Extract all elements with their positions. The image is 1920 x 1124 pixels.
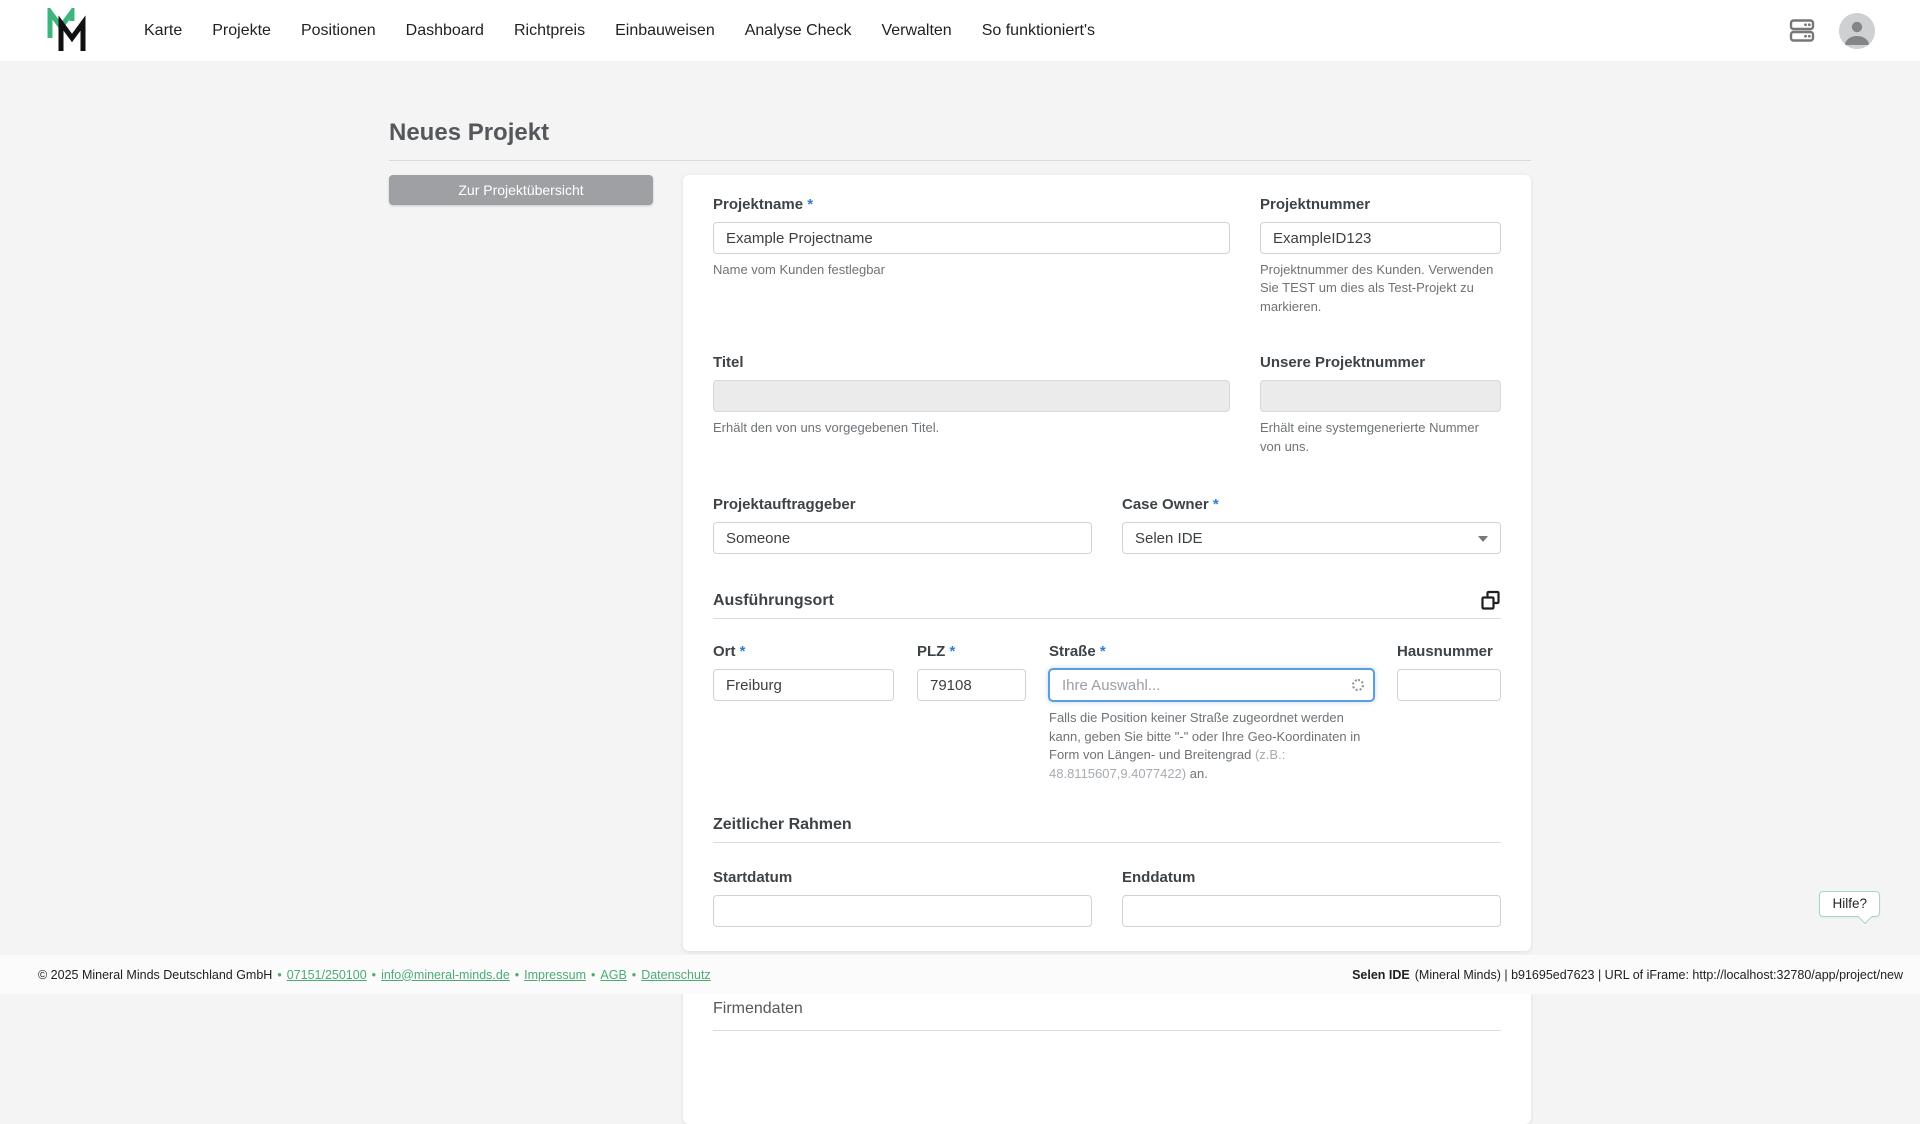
loading-spinner-icon [1352, 679, 1364, 691]
plz-input[interactable] [917, 669, 1026, 701]
main-nav: Karte Projekte Positionen Dashboard Rich… [144, 22, 1095, 40]
case-owner-label: Case Owner * [1122, 496, 1501, 513]
unsere-projektnummer-input [1260, 380, 1501, 412]
ort-input[interactable] [713, 669, 894, 701]
zeitlicher-rahmen-title: Zeitlicher Rahmen [713, 816, 1501, 834]
footer-user: Selen IDE [1352, 968, 1410, 982]
field-plz: PLZ * [917, 643, 1026, 701]
field-projektauftraggeber: Projektauftraggeber [713, 496, 1092, 554]
required-asterisk: * [807, 196, 813, 213]
hausnummer-label: Hausnummer [1397, 643, 1501, 660]
copy-icon[interactable] [1480, 590, 1501, 611]
field-startdatum: Startdatum [713, 869, 1092, 927]
enddatum-label: Enddatum [1122, 869, 1501, 886]
field-enddatum: Enddatum [1122, 869, 1501, 927]
field-strasse: Straße * [1049, 643, 1374, 701]
nav-item-positionen[interactable]: Positionen [301, 22, 376, 40]
nav-item-karte[interactable]: Karte [144, 22, 182, 40]
strasse-helper: Falls die Position keiner Straße zugeord… [1049, 709, 1374, 783]
projektnummer-input[interactable] [1260, 222, 1501, 254]
mineral-minds-logo[interactable] [46, 8, 90, 54]
nav-item-dashboard[interactable]: Dashboard [406, 22, 484, 40]
required-asterisk: * [740, 643, 746, 660]
nav-item-projekte[interactable]: Projekte [212, 22, 271, 40]
chevron-down-icon [1478, 536, 1488, 542]
field-unsere-projektnummer: Unsere Projektnummer Erhält eine systemg… [1260, 354, 1501, 456]
strasse-input[interactable] [1049, 669, 1374, 701]
unsere-projektnummer-helper: Erhält eine systemgenerierte Nummer von … [1260, 419, 1501, 456]
email-link[interactable]: info@mineral-minds.de [381, 968, 510, 982]
titel-label: Titel [713, 354, 1230, 371]
nav-item-analyse-check[interactable]: Analyse Check [745, 22, 852, 40]
case-owner-select[interactable]: Selen IDE [1122, 522, 1501, 554]
projektname-input[interactable] [713, 222, 1230, 254]
field-projektnummer: Projektnummer Projektnummer des Kunden. … [1260, 196, 1501, 316]
ort-label: Ort * [713, 643, 894, 660]
nav-item-richtpreis[interactable]: Richtpreis [514, 22, 585, 40]
projektname-label: Projektname * [713, 196, 1230, 213]
company-data-card: Firmendaten [683, 984, 1531, 1124]
back-to-project-overview-button[interactable]: Zur Projektübersicht [389, 175, 653, 205]
plz-label: PLZ * [917, 643, 1026, 660]
footer: © 2025 Mineral Minds Deutschland GmbH • … [0, 955, 1920, 994]
unsere-projektnummer-label: Unsere Projektnummer [1260, 354, 1501, 371]
case-owner-value: Selen IDE [1135, 530, 1203, 547]
projektnummer-helper: Projektnummer des Kunden. Verwenden Sie … [1260, 261, 1501, 316]
phone-link[interactable]: 07151/250100 [287, 968, 367, 982]
titel-helper: Erhält den von uns vorgegebenen Titel. [713, 419, 1230, 437]
field-ort: Ort * [713, 643, 894, 701]
required-asterisk: * [1100, 643, 1106, 660]
page-title: Neues Projekt [389, 119, 1531, 161]
field-titel: Titel Erhält den von uns vorgegebenen Ti… [713, 354, 1230, 456]
nav-item-so-funktionierts[interactable]: So funktioniert's [982, 22, 1095, 40]
projektauftraggeber-input[interactable] [713, 522, 1092, 554]
impressum-link[interactable]: Impressum [524, 968, 586, 982]
footer-session-info: (Mineral Minds) | b91695ed7623 | URL of … [1415, 968, 1903, 982]
agb-link[interactable]: AGB [600, 968, 626, 982]
section-zeitlicher-rahmen: Zeitlicher Rahmen [713, 816, 1501, 843]
firmendaten-title: Firmendaten [713, 1000, 1501, 1018]
startdatum-label: Startdatum [713, 869, 1092, 886]
projektname-helper: Name vom Kunden festlegbar [713, 261, 1230, 279]
project-form-card: Projektname * Name vom Kunden festlegbar… [683, 175, 1531, 951]
field-projektname: Projektname * Name vom Kunden festlegbar [713, 196, 1230, 316]
nav-item-verwalten[interactable]: Verwalten [881, 22, 951, 40]
help-button[interactable]: Hilfe? [1819, 891, 1880, 917]
user-avatar[interactable] [1839, 13, 1875, 49]
field-hausnummer: Hausnummer [1397, 643, 1501, 701]
ausfuehrungsort-title: Ausführungsort [713, 592, 834, 610]
copyright-text: © 2025 Mineral Minds Deutschland GmbH [38, 968, 272, 982]
top-nav: Karte Projekte Positionen Dashboard Rich… [0, 0, 1920, 61]
projektauftraggeber-label: Projektauftraggeber [713, 496, 1092, 513]
strasse-label: Straße * [1049, 643, 1374, 660]
field-case-owner: Case Owner * Selen IDE [1122, 496, 1501, 554]
nav-item-einbauweisen[interactable]: Einbauweisen [615, 22, 715, 40]
hausnummer-input[interactable] [1397, 669, 1501, 701]
server-icon[interactable] [1789, 17, 1815, 44]
datenschutz-link[interactable]: Datenschutz [641, 968, 710, 982]
required-asterisk: * [950, 643, 956, 660]
startdatum-input[interactable] [713, 895, 1092, 927]
titel-input [713, 380, 1230, 412]
section-ausfuehrungsort: Ausführungsort [713, 590, 1501, 619]
projektnummer-label: Projektnummer [1260, 196, 1501, 213]
required-asterisk: * [1213, 496, 1219, 513]
enddatum-input[interactable] [1122, 895, 1501, 927]
